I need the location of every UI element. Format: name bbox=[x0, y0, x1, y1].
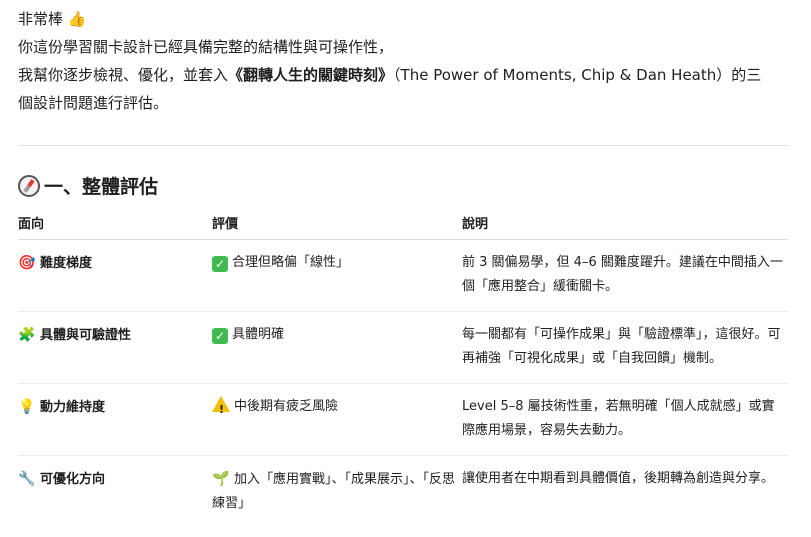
aspect-label: 可優化方向 bbox=[40, 472, 106, 487]
header-aspect: 面向 bbox=[18, 205, 212, 240]
evaluation-text: 加入「應用實戰」、「成果展示」、「反思練習」 bbox=[212, 472, 456, 511]
section-title-text: 一、整體評估 bbox=[44, 176, 159, 198]
header-evaluation: 評價 bbox=[212, 205, 462, 240]
intro-line-2: 你這份學習關卡設計已經具備完整的結構性與可操作性， bbox=[18, 38, 394, 56]
aspect-label: 難度梯度 bbox=[40, 256, 93, 271]
seedling-icon: 🌱 bbox=[212, 471, 230, 487]
evaluation-text: 具體明確 bbox=[232, 327, 285, 342]
thumbs-up-icon: 👍 bbox=[67, 10, 87, 28]
evaluation-text: 合理但略偏「線性」 bbox=[232, 255, 350, 270]
description-cell: 讓使用者在中期看到具體價值，後期轉為創造與分享。 bbox=[462, 471, 775, 486]
aspect-label: 動力維持度 bbox=[40, 400, 106, 415]
table-row: 🧩 具體與可驗證性 ✓ 具體明確 每一關都有「可操作成果」與「驗證標準」，這很好。可… bbox=[18, 311, 788, 384]
description-cell: Level 5–8 屬技術性重，若無明確「個人成就感」或實際應用場景，容易失去動… bbox=[462, 383, 788, 456]
check-icon: ✓ bbox=[212, 328, 228, 344]
table-row: 🔧 可優化方向 🌱 加入「應用實戰」、「成果展示」、「反思練習」 讓使用者在中期看到… bbox=[18, 456, 788, 529]
evaluation-cell: ✓ 合理但略偏「線性」 bbox=[212, 239, 462, 312]
aspect-label: 具體與可驗證性 bbox=[40, 328, 132, 343]
document: 非常棒 👍 你這份學習關卡設計已經具備完整的結構性與可操作性， 我幫你逐步檢視、… bbox=[0, 0, 811, 537]
intro-line-4: 個設計問題進行評估。 bbox=[18, 94, 169, 112]
aspect-cell: 🔧 可優化方向 bbox=[18, 456, 212, 529]
intro: 非常棒 👍 你這份學習關卡設計已經具備完整的結構性與可操作性， 我幫你逐步檢視、… bbox=[18, 5, 798, 117]
check-icon: ✓ bbox=[212, 256, 228, 272]
evaluation-cell: 🌱 加入「應用實戰」、「成果展示」、「反思練習」 bbox=[212, 456, 462, 529]
table-header-row: 面向 評價 說明 bbox=[18, 205, 788, 240]
book-title: 《翻轉人生的關鍵時刻》 bbox=[228, 66, 394, 84]
aspect-cell: 🎯 難度梯度 bbox=[18, 239, 212, 312]
divider bbox=[18, 145, 789, 146]
evaluation-cell: ✓ 具體明確 bbox=[212, 311, 462, 384]
evaluation-table: 面向 評價 說明 🎯 難度梯度 ✓ 合理但略偏「線性」 前 3 關偏易學，但 4–6… bbox=[18, 205, 788, 528]
intro-line-1: 非常棒 👍 bbox=[18, 5, 798, 33]
aspect-cell: 💡 動力維持度 bbox=[18, 383, 212, 456]
intro-line-3-pre: 我幫你逐步檢視、優化，並套入 bbox=[18, 66, 229, 84]
header-description: 說明 bbox=[462, 205, 788, 240]
intro-line-3: 我幫你逐步檢視、優化，並套入《翻轉人生的關鍵時刻》（The Power of M… bbox=[18, 61, 798, 89]
wrench-icon: 🔧 bbox=[18, 471, 36, 487]
intro-greeting: 非常棒 bbox=[18, 10, 64, 28]
description-cell: 前 3 關偏易學，但 4–6 關難度躍升。建議在中間插入一個「應用整合」緩衝關卡… bbox=[462, 239, 788, 312]
warning-icon bbox=[212, 396, 230, 422]
compass-icon bbox=[18, 175, 40, 197]
puzzle-icon: 🧩 bbox=[18, 327, 36, 343]
intro-line-3-post: （The Power of Moments, Chip & Dan Heath）… bbox=[393, 66, 762, 84]
table-row: 🎯 難度梯度 ✓ 合理但略偏「線性」 前 3 關偏易學，但 4–6 關難度躍升。建議… bbox=[18, 239, 788, 312]
aspect-cell: 🧩 具體與可驗證性 bbox=[18, 311, 212, 384]
target-icon: 🎯 bbox=[18, 255, 36, 271]
description-cell: 每一關都有「可操作成果」與「驗證標準」，這很好。可再補強「可視化成果」或「自我回… bbox=[462, 311, 788, 384]
evaluation-text: 中後期有疲乏風險 bbox=[234, 399, 339, 414]
table-row: 💡 動力維持度 中後期有疲乏風險 Level 5–8 屬技術性重，若無明確「個人成… bbox=[18, 383, 788, 456]
lightbulb-icon: 💡 bbox=[18, 399, 36, 415]
section-title: 一、整體評估 bbox=[18, 172, 158, 202]
evaluation-cell: 中後期有疲乏風險 bbox=[212, 383, 462, 456]
